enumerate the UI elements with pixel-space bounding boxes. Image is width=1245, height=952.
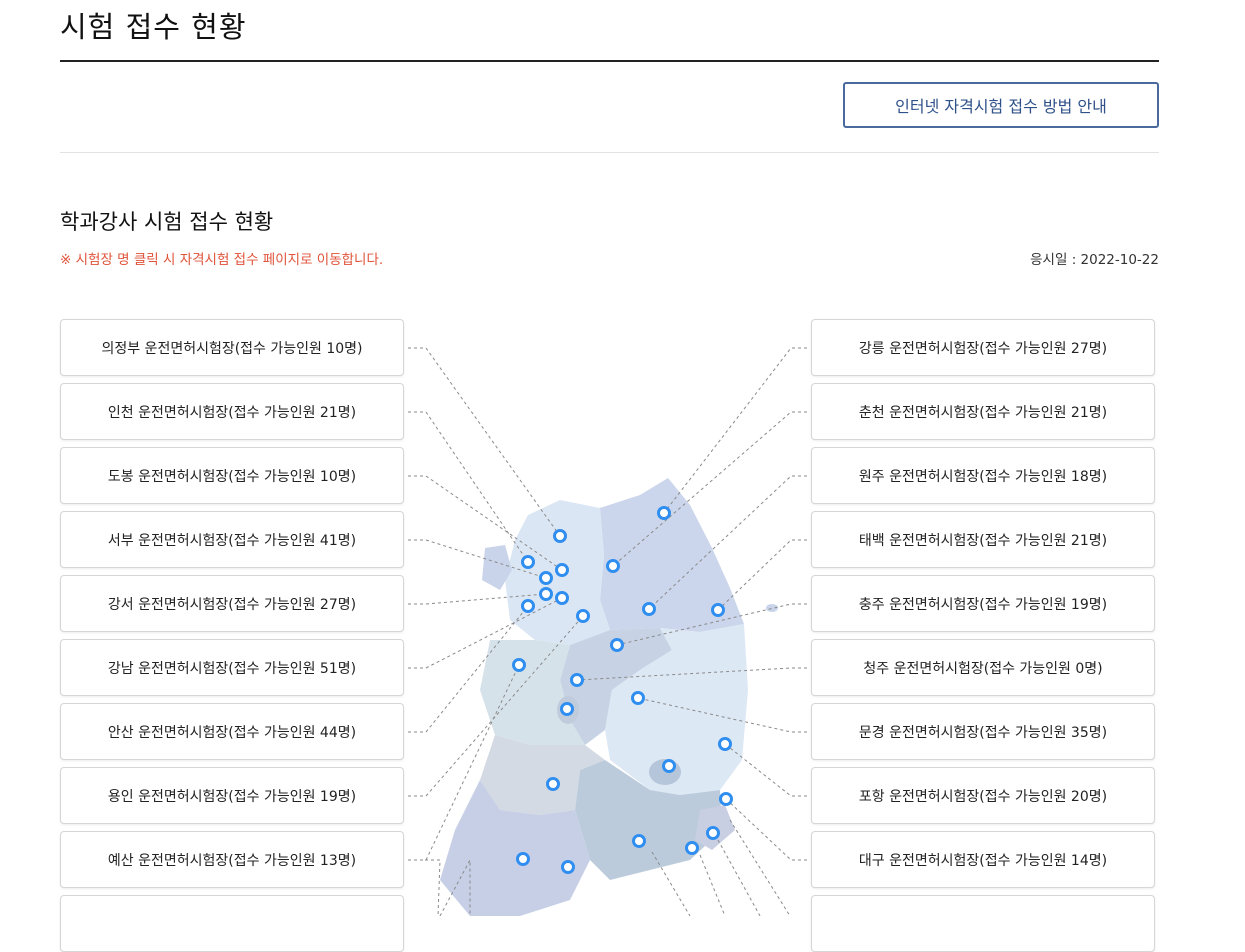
right-site-label: 포항 운전면허시험장(접수 가능인원 20명) [858, 788, 1108, 805]
site-marker-left-7[interactable] [521, 599, 535, 613]
leader-line-bottom-6 [729, 819, 791, 916]
left-site-box-6[interactable]: 강남 운전면허시험장(접수 가능인원 51명) [60, 639, 404, 696]
site-marker-right-7[interactable] [631, 691, 645, 705]
right-site-box-1[interactable]: 강릉 운전면허시험장(접수 가능인원 27명) [811, 319, 1155, 376]
leader-line-left-2 [408, 411, 529, 563]
site-marker-right-4[interactable] [711, 603, 725, 617]
leader-line-bottom-5 [717, 839, 761, 916]
right-site-box-2[interactable]: 춘천 운전면허시험장(접수 가능인원 21명) [811, 383, 1155, 440]
right-site-box-9[interactable]: 대구 운전면허시험장(접수 가능인원 14명) [811, 831, 1155, 888]
right-site-label: 원주 운전면허시험장(접수 가능인원 18명) [858, 468, 1108, 485]
site-marker-left-4[interactable] [539, 571, 553, 585]
left-site-box-1[interactable]: 의정부 운전면허시험장(접수 가능인원 10명) [60, 319, 404, 376]
left-site-box-5[interactable]: 강서 운전면허시험장(접수 가능인원 27명) [60, 575, 404, 632]
left-site-label: 예산 운전면허시험장(접수 가능인원 13명) [107, 852, 357, 869]
left-site-label: 강남 운전면허시험장(접수 가능인원 51명) [107, 660, 357, 677]
site-marker-left-5[interactable] [539, 587, 553, 601]
site-marker-right-8[interactable] [718, 737, 732, 751]
left-site-label: 서부 운전면허시험장(접수 가능인원 41명) [107, 532, 357, 549]
left-site-box-8[interactable]: 용인 운전면허시험장(접수 가능인원 19명) [60, 767, 404, 824]
leader-line-bottom-1 [425, 859, 441, 916]
leader-line-bottom-4 [699, 854, 726, 916]
left-site-box-2[interactable]: 인천 운전면허시험장(접수 가능인원 21명) [60, 383, 404, 440]
right-site-box-6[interactable]: 청주 운전면허시험장(접수 가능인원 0명) [811, 639, 1155, 696]
left-site-box-7[interactable]: 안산 운전면허시험장(접수 가능인원 44명) [60, 703, 404, 760]
map-regions [440, 478, 778, 916]
site-marker-left-6[interactable] [555, 591, 569, 605]
site-marker-extra-4[interactable] [706, 826, 720, 840]
right-site-label: 대구 운전면허시험장(접수 가능인원 14명) [858, 852, 1108, 869]
left-site-box-9[interactable]: 예산 운전면허시험장(접수 가능인원 13명) [60, 831, 404, 888]
left-site-label: 도봉 운전면허시험장(접수 가능인원 10명) [107, 468, 357, 485]
site-marker-extra-3[interactable] [546, 777, 560, 791]
right-site-box-10[interactable] [811, 895, 1155, 952]
site-marker-right-9[interactable] [719, 792, 733, 806]
right-site-box-5[interactable]: 충주 운전면허시험장(접수 가능인원 19명) [811, 575, 1155, 632]
site-marker-extra-8[interactable] [561, 860, 575, 874]
right-site-box-7[interactable]: 문경 운전면허시험장(접수 가능인원 35명) [811, 703, 1155, 760]
leader-line-right-9 [725, 798, 807, 861]
left-site-label: 강서 운전면허시험장(접수 가능인원 27명) [107, 596, 357, 613]
right-site-label: 문경 운전면허시험장(접수 가능인원 35명) [858, 724, 1108, 741]
site-marker-right-3[interactable] [642, 602, 656, 616]
site-marker-left-8[interactable] [576, 609, 590, 623]
left-site-label: 인천 운전면허시험장(접수 가능인원 21명) [107, 404, 357, 421]
right-site-label: 춘천 운전면허시험장(접수 가능인원 21명) [858, 404, 1108, 421]
left-site-label: 안산 운전면허시험장(접수 가능인원 44명) [107, 724, 357, 741]
right-site-box-3[interactable]: 원주 운전면허시험장(접수 가능인원 18명) [811, 447, 1155, 504]
leader-line-right-1 [663, 347, 807, 514]
site-marker-left-9[interactable] [512, 658, 526, 672]
site-marker-left-2[interactable] [521, 555, 535, 569]
right-site-box-8[interactable]: 포항 운전면허시험장(접수 가능인원 20명) [811, 767, 1155, 824]
left-site-box-4[interactable]: 서부 운전면허시험장(접수 가능인원 41명) [60, 511, 404, 568]
site-marker-left-3[interactable] [555, 563, 569, 577]
site-marker-right-1[interactable] [657, 506, 671, 520]
leader-line-left-1 [408, 347, 561, 537]
site-marker-extra-1[interactable] [560, 702, 574, 716]
left-site-label: 용인 운전면허시험장(접수 가능인원 19명) [107, 788, 357, 805]
right-site-label: 청주 운전면허시험장(접수 가능인원 0명) [863, 660, 1103, 677]
site-marker-extra-7[interactable] [516, 852, 530, 866]
site-marker-extra-5[interactable] [632, 834, 646, 848]
site-marker-right-5[interactable] [610, 638, 624, 652]
site-marker-extra-2[interactable] [662, 759, 676, 773]
site-marker-left-1[interactable] [553, 529, 567, 543]
right-site-label: 강릉 운전면허시험장(접수 가능인원 27명) [858, 340, 1108, 357]
left-site-box-3[interactable]: 도봉 운전면허시험장(접수 가능인원 10명) [60, 447, 404, 504]
right-site-box-4[interactable]: 태백 운전면허시험장(접수 가능인원 21명) [811, 511, 1155, 568]
site-marker-right-2[interactable] [606, 559, 620, 573]
right-site-label: 태백 운전면허시험장(접수 가능인원 21명) [858, 532, 1108, 549]
site-marker-right-6[interactable] [570, 673, 584, 687]
site-marker-extra-6[interactable] [685, 841, 699, 855]
right-site-label: 충주 운전면허시험장(접수 가능인원 19명) [858, 596, 1108, 613]
left-site-box-10[interactable] [60, 895, 404, 952]
left-site-label: 의정부 운전면허시험장(접수 가능인원 10명) [101, 340, 363, 357]
